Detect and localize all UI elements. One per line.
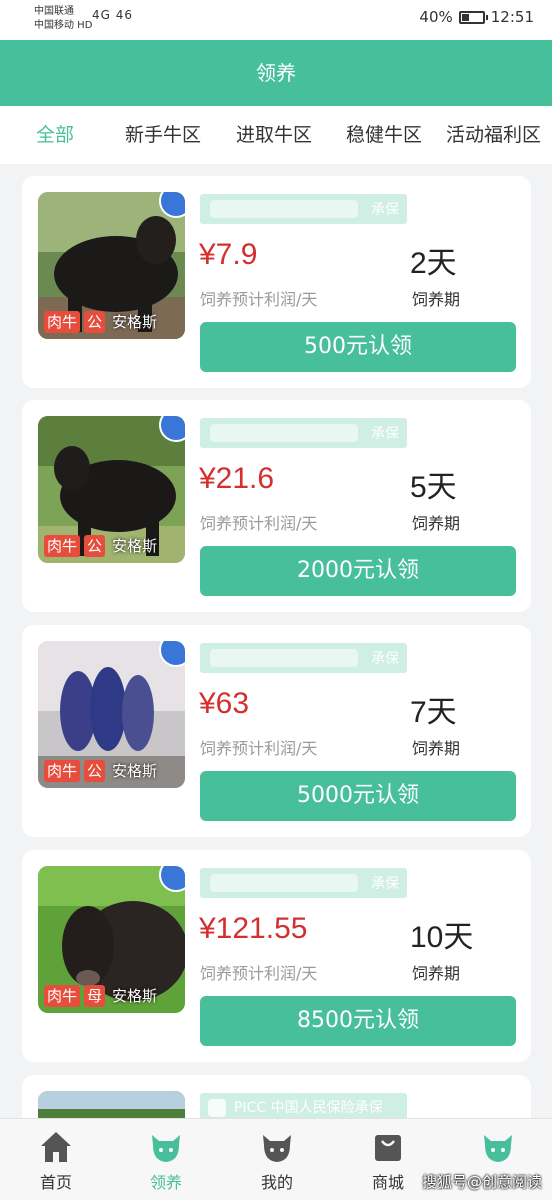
daily-profit: ¥63 (199, 687, 250, 720)
sex-tag: 公 (84, 311, 106, 333)
feeding-period: 10天 (410, 921, 474, 954)
insurance-banner: 承保 (200, 643, 407, 673)
nav-mine[interactable]: 我的 (237, 1129, 317, 1193)
type-tag: 肉牛 (44, 311, 81, 333)
cattle-photo[interactable]: 肉牛 母 安格斯 (38, 866, 185, 1013)
type-tag: 肉牛 (44, 985, 81, 1007)
nav-home-label: 首页 (39, 1173, 72, 1192)
adopt-button[interactable]: 5000元认领 (200, 771, 516, 821)
nav-extra[interactable] (458, 1129, 538, 1165)
cow-head-icon (152, 1135, 180, 1162)
tab-steady[interactable]: 稳健牛区 (346, 106, 422, 164)
bull-head-icon (263, 1135, 291, 1162)
cattle-photo[interactable]: 肉牛 公 安格斯 (38, 416, 185, 563)
nav-home[interactable]: 首页 (16, 1129, 96, 1193)
watermark-text: 搜狐号@创意阅读 (421, 1173, 542, 1191)
status-bar: 中国联通 中国移动 HD 4G 46 40% 12:51 (0, 0, 552, 40)
type-tag: 肉牛 (44, 535, 81, 557)
feeding-period-label: 饲养期 (412, 290, 461, 309)
battery-percent: 40% (419, 8, 453, 26)
daily-profit: ¥21.6 (199, 462, 275, 495)
cattle-tags: 肉牛 公 安格斯 (44, 760, 160, 782)
daily-profit-label: 饲养预计利润/天 (200, 290, 318, 309)
blurred-insurer (210, 424, 358, 442)
status-right: 40% 12:51 (419, 8, 534, 26)
blurred-insurer (210, 649, 358, 667)
nav-mine-label: 我的 (260, 1173, 293, 1192)
cattle-tags: 肉牛 公 安格斯 (44, 535, 160, 557)
feeding-period: 2天 (410, 247, 457, 280)
cow-head-icon (484, 1135, 512, 1162)
cattle-card[interactable]: 肉牛 公 安格斯 承保 ¥63 饲养预计利润/天 7天 饲养期 5000元认领 (22, 625, 531, 837)
page-title: 领养 (0, 40, 552, 106)
cattle-tags: 肉牛 母 安格斯 (44, 985, 160, 1007)
type-tag: 肉牛 (44, 760, 81, 782)
cattle-card[interactable]: 肉牛 公 安格斯 承保 ¥21.6 饲养预计利润/天 5天 饲养期 2000元认… (22, 400, 531, 612)
home-icon (41, 1132, 71, 1162)
picc-logo-icon (208, 1099, 226, 1117)
blurred-insurer (210, 200, 358, 218)
clock: 12:51 (490, 8, 534, 26)
cattle-tags: 肉牛 公 安格斯 (44, 311, 160, 333)
breed-tag: 安格斯 (112, 313, 158, 331)
daily-profit-label: 饲养预计利润/天 (200, 514, 318, 533)
category-tabs: 全部 新手牛区 进取牛区 稳健牛区 活动福利区 (0, 106, 552, 164)
tab-activity[interactable]: 活动福利区 (446, 106, 541, 164)
battery-level (461, 13, 469, 21)
adopt-button[interactable]: 8500元认领 (200, 996, 516, 1046)
insurance-label: 承保 (371, 651, 399, 667)
insurance-banner: 承保 (200, 194, 407, 224)
tab-beginner[interactable]: 新手牛区 (125, 106, 201, 164)
cattle-photo[interactable]: 肉牛 公 安格斯 (38, 641, 185, 788)
daily-profit: ¥7.9 (199, 238, 258, 271)
sex-tag: 公 (84, 760, 106, 782)
tab-aggressive[interactable]: 进取牛区 (236, 106, 312, 164)
sex-tag: 公 (84, 535, 106, 557)
blurred-insurer (210, 874, 358, 892)
insurance-label: 承保 (371, 202, 399, 218)
sex-tag: 母 (84, 985, 106, 1007)
nav-adopt-label: 领养 (149, 1173, 182, 1192)
insurance-label: 承保 (371, 426, 399, 442)
daily-profit: ¥121.55 (199, 912, 308, 945)
cattle-card[interactable]: 肉牛 公 安格斯 承保 ¥7.9 饲养预计利润/天 2天 饲养期 500元认领 (22, 176, 531, 388)
insurance-banner: 承保 (200, 418, 407, 448)
carrier-name-1: 中国联通 (34, 6, 74, 17)
cattle-card[interactable]: 肉牛 母 安格斯 承保 ¥121.55 饲养预计利润/天 10天 饲养期 850… (22, 850, 531, 1062)
breed-tag: 安格斯 (112, 987, 158, 1005)
bottom-nav: 首页 领养 我的 商城 搜狐号@创意阅读 (0, 1118, 552, 1200)
feeding-period: 5天 (410, 471, 457, 504)
breed-tag: 安格斯 (112, 762, 158, 780)
breed-tag: 安格斯 (112, 537, 158, 555)
nav-mall-label: 商城 (371, 1173, 404, 1192)
tab-all[interactable]: 全部 (36, 106, 74, 164)
daily-profit-label: 饲养预计利润/天 (200, 739, 318, 758)
nav-mall[interactable]: 商城 (348, 1129, 428, 1193)
adopt-button[interactable]: 500元认领 (200, 322, 516, 372)
feeding-period-label: 饲养期 (412, 514, 461, 533)
insurance-label: PICC 中国人民保险承保 (234, 1100, 383, 1116)
battery-icon (458, 10, 488, 24)
carrier-name-2: 中国移动 HD (34, 20, 93, 31)
feeding-period-label: 饲养期 (412, 964, 461, 983)
adopt-button[interactable]: 2000元认领 (200, 546, 516, 596)
insurance-banner: 承保 (200, 868, 407, 898)
feeding-period-label: 饲养期 (412, 739, 461, 758)
carrier-info: 中国联通 中国移动 HD (34, 5, 92, 33)
nav-adopt[interactable]: 领养 (126, 1129, 206, 1193)
feeding-period: 7天 (410, 696, 457, 729)
insurance-label: 承保 (371, 876, 399, 892)
signal-icon: 4G 46 (92, 8, 134, 22)
shopping-bag-icon (375, 1135, 401, 1161)
cattle-photo[interactable]: 肉牛 公 安格斯 (38, 192, 185, 339)
daily-profit-label: 饲养预计利润/天 (200, 964, 318, 983)
